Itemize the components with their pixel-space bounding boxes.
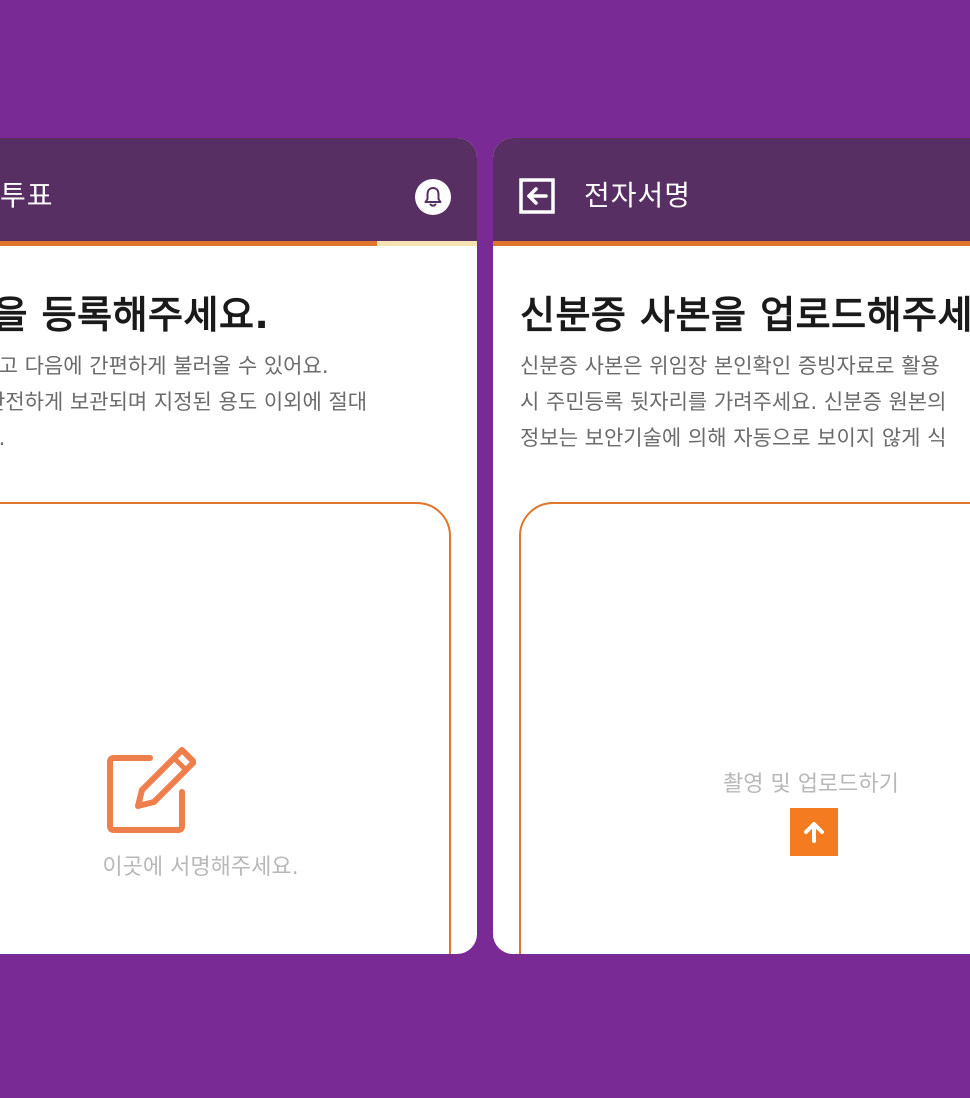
arrow-up-icon — [804, 822, 824, 843]
left-description-line: 장하고 다음에 간편하게 불러올 수 있어요. — [0, 354, 329, 378]
left-description-line: 는 안전하게 보관되며 지정된 용도 이외에 절대 — [0, 390, 368, 414]
id-upload-area[interactable]: 촬영 및 업로드하기 — [519, 502, 970, 954]
left-app-bar: 투표 — [0, 138, 477, 241]
stage: 투표 명을 등록해주세요. 장하고 다음에 간편하게 불러올 수 있어요. 는 … — [0, 0, 970, 1098]
right-description: 신분증 사본은 위임장 본인확인 증빙자료로 활용 시 주민등록 뒷자리를 가려… — [520, 348, 946, 456]
right-heading: 신분증 사본을 업로드해주세 — [520, 293, 970, 337]
right-description-line: 시 주민등록 뒷자리를 가려주세요. 신분증 원본의 — [520, 390, 947, 414]
right-app-bar: 전자서명 — [493, 138, 970, 241]
signature-placeholder: 이곳에 서명해주세요. — [102, 855, 299, 880]
left-content: 명을 등록해주세요. 장하고 다음에 간편하게 불러올 수 있어요. 는 안전하… — [0, 246, 477, 954]
left-description-line: 니다. — [0, 420, 367, 456]
edit-pencil-icon — [107, 747, 196, 833]
upload-label: 촬영 및 업로드하기 — [723, 772, 899, 797]
right-phone-screen: 전자서명 신분증 사본을 업로드해주세 신분증 사본은 위임장 본인확인 증빙자… — [493, 138, 970, 954]
left-description: 장하고 다음에 간편하게 불러올 수 있어요. 는 안전하게 보관되며 지정된 … — [0, 348, 367, 456]
right-description-line: 신분증 사본은 위임장 본인확인 증빙자료로 활용 — [520, 354, 940, 378]
back-arrow-icon[interactable] — [519, 178, 555, 214]
bell-icon — [424, 187, 442, 207]
right-app-title: 전자서명 — [584, 179, 692, 212]
right-content: 신분증 사본을 업로드해주세 신분증 사본은 위임장 본인확인 증빙자료로 활용… — [493, 246, 970, 954]
notification-button[interactable] — [415, 179, 451, 215]
left-heading: 명을 등록해주세요. — [0, 293, 270, 337]
left-phone-screen: 투표 명을 등록해주세요. 장하고 다음에 간편하게 불러올 수 있어요. 는 … — [0, 138, 477, 954]
left-app-title: 투표 — [0, 179, 54, 212]
right-description-line: 정보는 보안기술에 의해 자동으로 보이지 않게 식 — [520, 426, 947, 450]
upload-button[interactable] — [790, 808, 838, 856]
signature-pad[interactable]: 이곳에 서명해주세요. — [0, 502, 451, 954]
